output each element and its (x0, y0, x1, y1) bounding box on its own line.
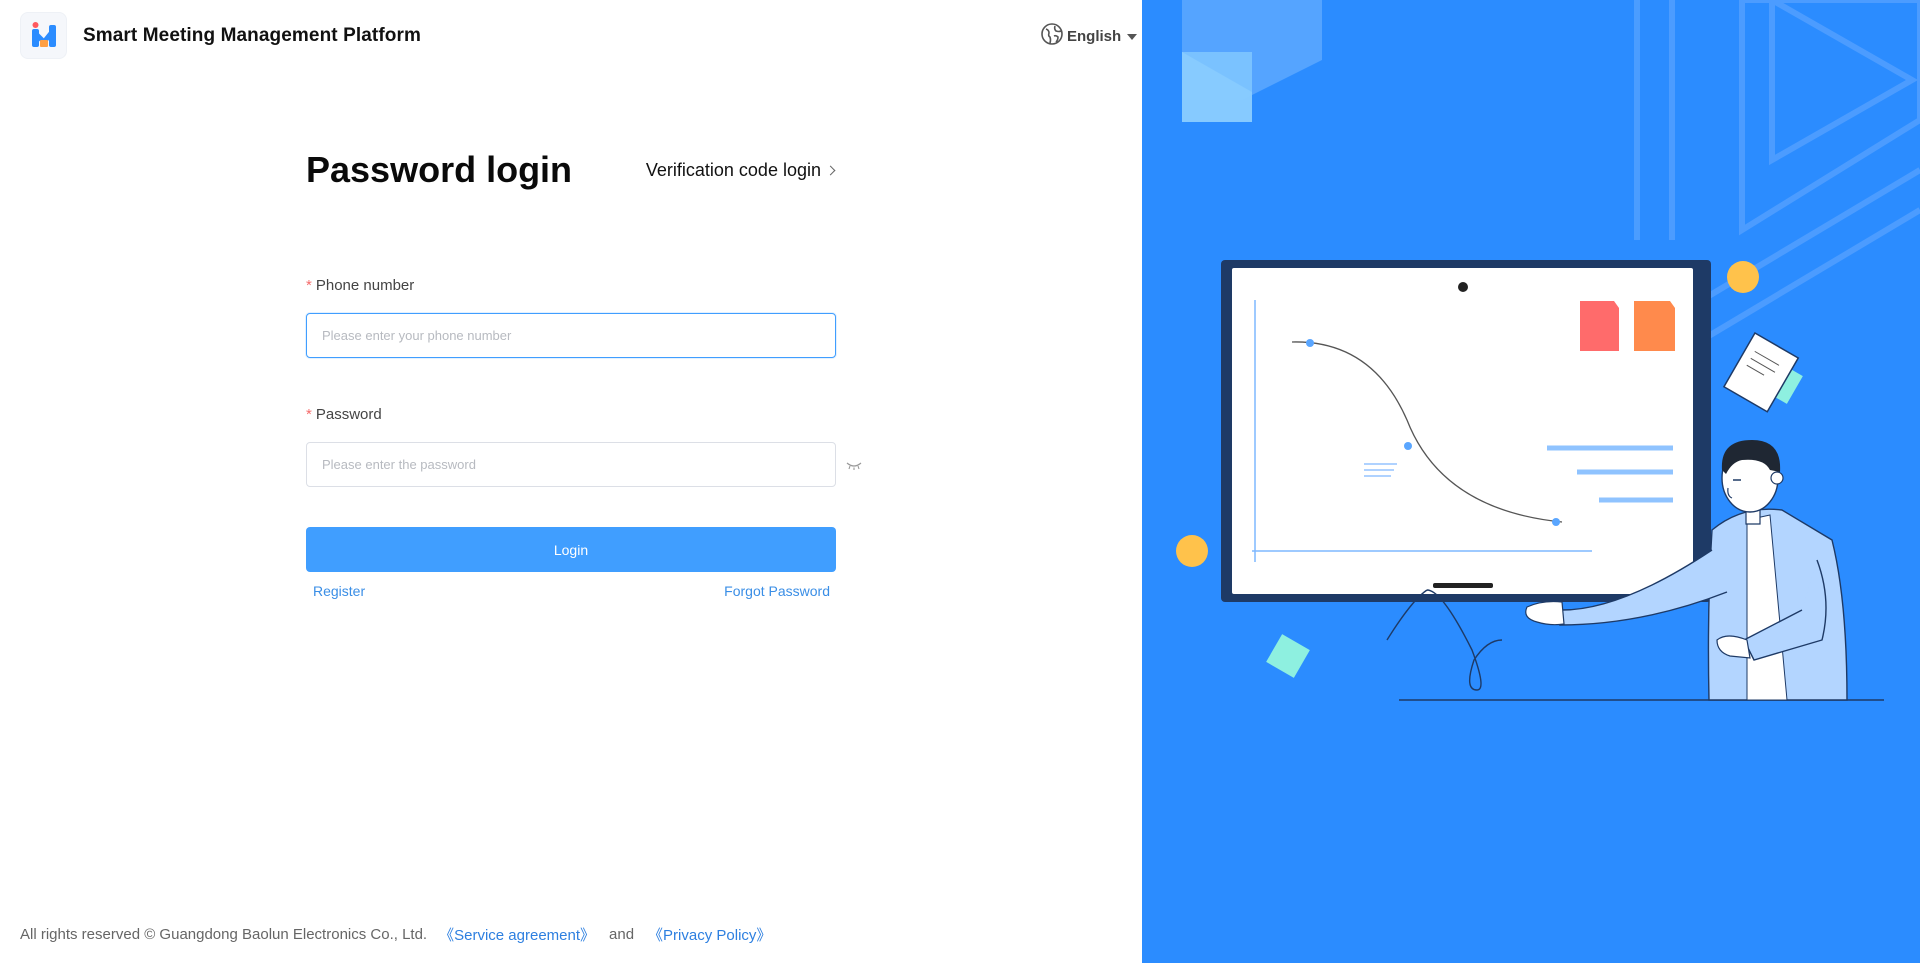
footer-and-text: and (609, 926, 635, 943)
page-title: Password login (306, 149, 573, 190)
password-input[interactable] (306, 442, 836, 487)
brand: Smart Meeting Management Platform (20, 12, 421, 59)
footer: All rights reserved © Guangdong Baolun E… (20, 924, 771, 945)
phone-label-text: Phone number (315, 277, 415, 294)
globe-icon (1041, 23, 1063, 50)
form-header: Password login Verification code login (306, 140, 836, 200)
service-agreement-link[interactable]: 《Service agreement》 (439, 924, 595, 945)
password-label-text: Password (315, 406, 382, 423)
language-selector[interactable]: English (1041, 23, 1138, 50)
required-mark: * (306, 406, 312, 423)
copyright-text: All rights reserved © Guangdong Baolun E… (20, 926, 428, 943)
language-label: English (1067, 28, 1122, 45)
eye-closed-icon[interactable] (846, 458, 862, 476)
presentation-illustration (1176, 0, 1920, 701)
app-logo-icon (20, 12, 67, 59)
phone-input[interactable] (306, 313, 836, 358)
verification-code-login-label: Verification code login (645, 159, 821, 180)
forgot-password-link[interactable]: Forgot Password (724, 583, 830, 599)
verification-code-login-link[interactable]: Verification code login (645, 159, 836, 181)
password-field-label: * Password (306, 406, 382, 423)
illustration-panel (1142, 0, 1920, 963)
privacy-policy-link[interactable]: 《Privacy Policy》 (648, 924, 771, 945)
chevron-right-icon (825, 165, 836, 175)
login-panel: Smart Meeting Management Platform Englis… (0, 0, 1142, 963)
required-mark: * (306, 277, 312, 294)
phone-field-label: * Phone number (306, 277, 414, 294)
register-link[interactable]: Register (313, 583, 365, 599)
app-title: Smart Meeting Management Platform (83, 24, 421, 46)
caret-down-icon (1127, 33, 1138, 40)
login-button[interactable]: Login (306, 527, 836, 572)
login-form: Password login Verification code login *… (306, 140, 862, 599)
